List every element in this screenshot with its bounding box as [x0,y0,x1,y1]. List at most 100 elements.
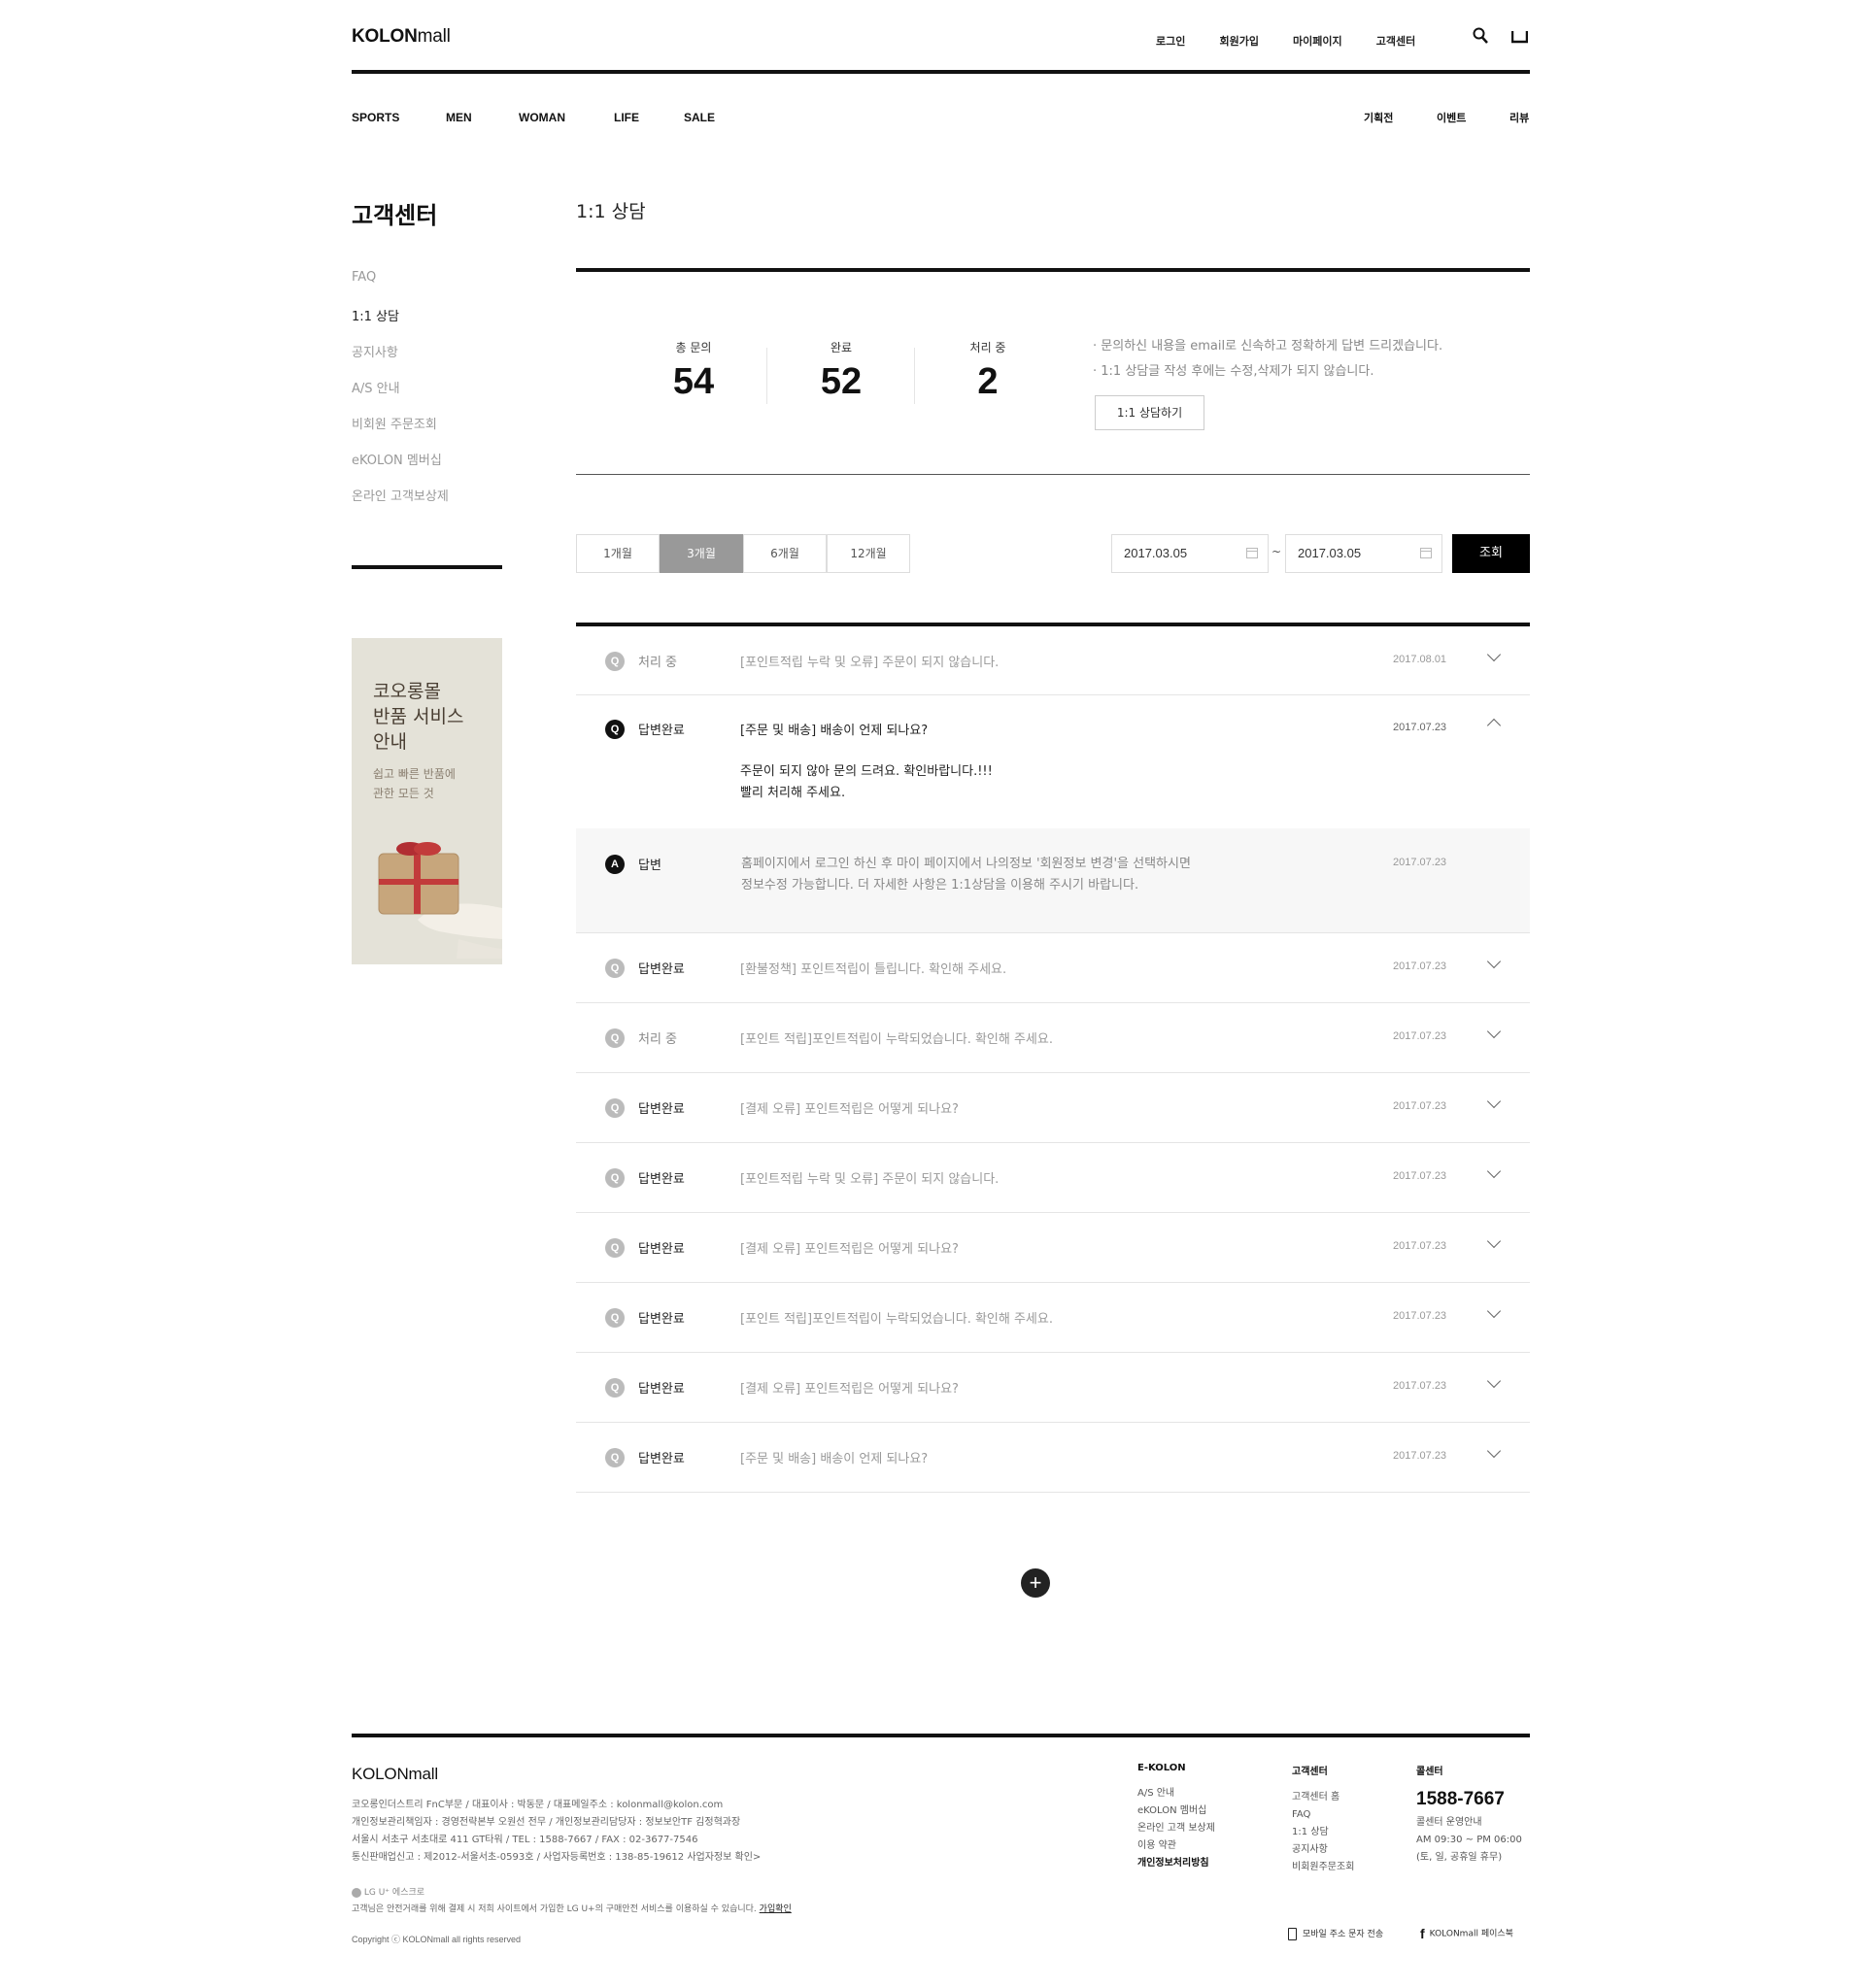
footer-col-heading: 콜센터 [1416,1767,1443,1777]
cart-icon[interactable] [1510,29,1529,44]
sidebar-item-guest-order[interactable]: 비회원 주문조회 [352,414,507,450]
chevron-down-icon[interactable] [1486,1443,1502,1459]
nav-life[interactable]: LIFE [614,111,639,124]
inquiry-date: 2017.07.23 [1393,1380,1447,1392]
footer-link[interactable]: A/S 안내 [1137,1785,1215,1803]
chevron-up-icon[interactable] [1486,718,1502,733]
footer-link[interactable]: eKOLON 멤버십 [1137,1803,1215,1820]
logo[interactable]: KOLONmall [352,26,451,48]
search-icon[interactable] [1473,27,1488,45]
callcenter-hours: 콜센터 운영안내 AM 09:30 ~ PM 06:00 (토, 일, 공휴일 … [1416,1814,1522,1867]
sidebar-item-faq[interactable]: FAQ [352,270,507,306]
inquiry-date: 2017.07.23 [1393,1450,1447,1462]
return-service-banner[interactable]: 코오롱몰 반품 서비스 안내 쉽고 빠른 반품에 관한 모든 것 [352,638,502,964]
load-more-button[interactable]: + [1021,1568,1050,1598]
inquiry-row[interactable]: Q 답변완료 [주문 및 배송] 배송이 언제 되나요? 2017.07.23 [576,1423,1530,1493]
date-from-value: 2017.03.05 [1124,546,1188,560]
inquiry-row[interactable]: Q 답변완료 [결제 오류] 포인트적립은 어떻게 되나요? 2017.07.2… [576,1353,1530,1423]
answer-icon: A [605,855,625,874]
footer-link[interactable]: 온라인 고객 보상제 [1137,1820,1215,1837]
search-button[interactable]: 조회 [1452,534,1530,573]
chevron-down-icon[interactable] [1486,1094,1502,1109]
footer-link[interactable]: 공지사항 [1292,1841,1354,1859]
footer-link[interactable]: 비회원주문조회 [1292,1859,1354,1876]
nav-promotions[interactable]: 기획전 [1364,110,1393,125]
chevron-down-icon[interactable] [1486,1303,1502,1319]
inquiry-row-expanded[interactable]: Q 답변완료 [주문 및 배송] 배송이 언제 되나요? 2017.07.23 … [576,695,1530,828]
sidebar-item-notice[interactable]: 공지사항 [352,342,507,378]
customer-center-link[interactable]: 고객센터 [1376,35,1415,48]
escrow-label: LG U⁺ 에스크로 [363,1888,425,1898]
footer-divider [352,1734,1530,1737]
footer-link[interactable]: FAQ [1292,1806,1354,1824]
nav-men[interactable]: MEN [446,111,472,124]
mobile-phone-icon [1288,1928,1297,1940]
mobile-sms-link[interactable]: 모바일 주소 문자 전송 [1288,1927,1383,1940]
write-consult-button[interactable]: 1:1 상담하기 [1095,395,1204,430]
footer-col-callcenter: 콜센터 1588-7667 콜센터 운영안내 AM 09:30 ~ PM 06:… [1416,1763,1522,1867]
period-1-month[interactable]: 1개월 [576,534,660,573]
chevron-down-icon[interactable] [1486,1233,1502,1249]
nav-sports[interactable]: SPORTS [352,111,399,124]
banner-title-line: 안내 [373,731,407,753]
nav-reviews[interactable]: 리뷰 [1509,110,1529,125]
inquiry-row[interactable]: Q 답변완료 [결제 오류] 포인트적립은 어떻게 되나요? 2017.07.2… [576,1213,1530,1283]
mypage-link[interactable]: 마이페이지 [1293,35,1342,48]
inquiry-row[interactable]: Q 처리 중 [포인트 적립]포인트적립이 누락되었습니다. 확인해 주세요. … [576,1003,1530,1073]
calendar-icon[interactable] [1420,548,1432,558]
inquiry-body-line: 주문이 되지 않아 문의 드려요. 확인바랍니다.!!! [740,764,993,779]
inquiry-status: 답변완료 [638,1242,685,1257]
inquiry-body-line: 빨리 처리해 주세요. [740,786,846,800]
inquiry-status: 답변완료 [638,1102,685,1117]
chevron-down-icon[interactable] [1486,954,1502,969]
sidebar-item-consult[interactable]: 1:1 상담 [352,306,507,342]
consult-notice: · 문의하신 내용을 email로 신속하고 정확하게 답변 드리겠습니다. ·… [1093,334,1442,385]
login-link[interactable]: 로그인 [1156,35,1185,48]
sidebar-item-as[interactable]: A/S 안내 [352,378,507,414]
period-3-months[interactable]: 3개월 [660,534,743,573]
footer-link[interactable]: 고객센터 홈 [1292,1789,1354,1806]
footer-link[interactable]: 1:1 상담 [1292,1824,1354,1841]
nav-woman[interactable]: WOMAN [519,111,565,124]
calendar-icon[interactable] [1246,548,1258,558]
signup-link[interactable]: 회원가입 [1219,35,1258,48]
callcenter-phone[interactable]: 1588-7667 [1416,1789,1522,1810]
period-12-months[interactable]: 12개월 [827,534,910,573]
answer-body-line: 정보수정 가능합니다. 더 자세한 사항은 1:1상담을 이용해 주시기 바랍니… [741,878,1139,893]
nav-events[interactable]: 이벤트 [1437,110,1466,125]
sidebar-divider [352,565,502,569]
banner-title-line: 코오롱몰 [373,681,441,702]
escrow-notice: 고객님은 안전거래를 위해 결제 시 저희 사이트에서 가입한 LG U+의 구… [352,1901,792,1918]
inquiry-row[interactable]: Q 답변완료 [포인트 적립]포인트적립이 누락되었습니다. 확인해 주세요. … [576,1283,1530,1353]
inquiry-row[interactable]: Q 처리 중 [포인트적립 누락 및 오류] 주문이 되지 않습니다. 2017… [576,626,1530,695]
sidebar-item-compensation[interactable]: 온라인 고객보상제 [352,486,507,522]
sidebar-item-membership[interactable]: eKOLON 멤버십 [352,450,507,486]
facebook-link[interactable]: f KOLONmall 페이스북 [1420,1926,1513,1941]
escrow-check-link[interactable]: 가입확인 [760,1904,792,1914]
stat-completed-label: 완료 [830,341,853,354]
company-info-line: 통신판매업신고 : 제2012-서울서초-0593호 / 사업자등록번호 : 1… [352,1852,762,1863]
date-to-field[interactable]: 2017.03.05 [1285,534,1442,573]
chevron-down-icon[interactable] [1486,1024,1502,1039]
callcenter-hours-line: 콜센터 운영안내 [1416,1817,1482,1828]
period-6-months[interactable]: 6개월 [743,534,827,573]
answer-label: 답변 [638,859,661,873]
inquiry-row[interactable]: Q 답변완료 [결제 오류] 포인트적립은 어떻게 되나요? 2017.07.2… [576,1073,1530,1143]
inquiry-row[interactable]: Q 답변완료 [포인트적립 누락 및 오류] 주문이 되지 않습니다. 2017… [576,1143,1530,1213]
inquiry-title: [주문 및 배송] 배송이 언제 되나요? [740,724,929,738]
question-icon: Q [605,652,625,671]
chevron-down-icon[interactable] [1486,1163,1502,1179]
inquiry-date: 2017.07.23 [1393,960,1447,972]
nav-sale[interactable]: SALE [684,111,715,124]
footer-link-privacy[interactable]: 개인정보처리방침 [1137,1855,1215,1872]
inquiry-row[interactable]: Q 답변완료 [환불정책] 포인트적립이 틀립니다. 확인해 주세요. 2017… [576,933,1530,1003]
inquiry-title: [결제 오류] 포인트적립은 어떻게 되나요? [740,1382,959,1397]
footer-col-customer-center: 고객센터 고객센터 홈 FAQ 1:1 상담 공지사항 비회원주문조회 [1292,1763,1354,1876]
chevron-down-icon[interactable] [1486,1373,1502,1389]
inquiry-date: 2017.07.23 [1393,722,1447,733]
footer-logo[interactable]: KOLONmall [352,1765,438,1784]
chevron-down-icon[interactable] [1486,647,1502,662]
inquiry-status: 답변완료 [638,724,685,738]
footer-link[interactable]: 이용 약관 [1137,1837,1215,1855]
date-from-field[interactable]: 2017.03.05 [1111,534,1269,573]
